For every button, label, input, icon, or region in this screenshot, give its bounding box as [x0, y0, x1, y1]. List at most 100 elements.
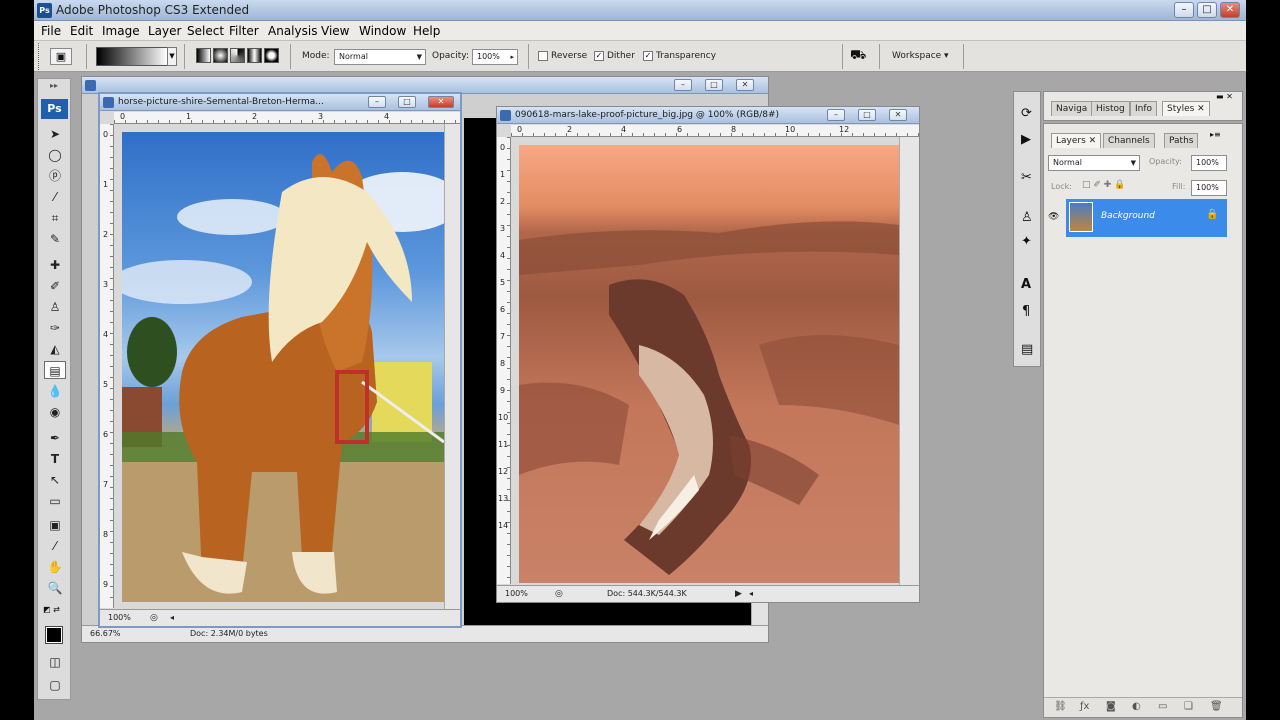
- menu-view[interactable]: View: [321, 24, 349, 38]
- new-layer-icon[interactable]: ❏: [1184, 701, 1193, 712]
- scroll-left-arrow[interactable]: ◂: [749, 586, 753, 602]
- dodge-tool-icon[interactable]: ◉: [44, 403, 66, 421]
- status-menu-icon[interactable]: ◎: [555, 586, 563, 602]
- clone-source-icon[interactable]: ♙: [1021, 210, 1033, 225]
- angle-gradient-button[interactable]: [230, 48, 245, 63]
- notes-tool-icon[interactable]: ▣: [44, 516, 66, 534]
- brushes-icon[interactable]: ✦: [1021, 234, 1032, 249]
- gradient-picker[interactable]: [96, 47, 168, 66]
- hand-tool-icon[interactable]: ✋: [44, 558, 66, 576]
- default-colors-icon[interactable]: ◩ ⇄: [43, 605, 60, 614]
- menu-file[interactable]: File: [41, 24, 61, 38]
- radial-gradient-button[interactable]: [213, 48, 228, 63]
- fill-field[interactable]: 100%: [1191, 180, 1227, 196]
- tools-presets-icon[interactable]: ✂: [1021, 170, 1032, 185]
- document-window-horse[interactable]: horse-picture-shire-Semental-Breton-Herm…: [98, 92, 462, 628]
- zoom-level[interactable]: 66.67%: [90, 626, 121, 642]
- opacity-field[interactable]: 100% ▸: [472, 49, 518, 65]
- maximize-button[interactable]: □: [858, 109, 876, 121]
- menu-help[interactable]: Help: [413, 24, 440, 38]
- options-grip[interactable]: [38, 43, 41, 70]
- layer-style-icon[interactable]: ƒx: [1080, 701, 1089, 712]
- document-title-bar[interactable]: 090618-mars-lake-proof-picture_big.jpg @…: [497, 107, 919, 124]
- lasso-tool-icon[interactable]: ⓟ: [44, 167, 66, 185]
- close-icon[interactable]: ✕: [1197, 104, 1205, 114]
- marquee-tool-icon[interactable]: ◯: [44, 146, 66, 164]
- eye-icon[interactable]: 👁: [1048, 212, 1059, 222]
- gradient-tool-preset-icon[interactable]: ▣: [50, 48, 72, 65]
- close-button[interactable]: ✕: [428, 96, 454, 108]
- healing-brush-tool-icon[interactable]: ✚: [44, 256, 66, 274]
- gradient-tool-icon[interactable]: ▤: [44, 361, 66, 379]
- minimize-button[interactable]: –: [674, 79, 692, 91]
- menu-edit[interactable]: Edit: [70, 24, 93, 38]
- crop-tool-icon[interactable]: ⌗: [44, 209, 66, 227]
- close-button[interactable]: ✕: [736, 79, 754, 91]
- minimize-button[interactable]: –: [1174, 2, 1194, 18]
- magic-wand-tool-icon[interactable]: ⁄: [44, 188, 66, 206]
- history-icon[interactable]: ⟳: [1021, 106, 1032, 121]
- menu-analysis[interactable]: Analysis: [268, 24, 317, 38]
- close-button[interactable]: ✕: [1220, 2, 1240, 18]
- screen-mode-icon[interactable]: ▢: [44, 676, 66, 694]
- layer-comps-icon[interactable]: ▤: [1021, 342, 1033, 357]
- link-layers-icon[interactable]: ⛓: [1054, 701, 1067, 712]
- foreground-color-swatch[interactable]: [45, 626, 63, 644]
- toolbox-grip[interactable]: ▸▸: [40, 81, 68, 91]
- chevron-down-icon[interactable]: ▼: [167, 47, 177, 66]
- trash-icon[interactable]: 🗑: [1210, 701, 1223, 712]
- blend-mode-select[interactable]: Normal ▼: [1048, 155, 1140, 171]
- tab-styles[interactable]: Styles ✕: [1162, 101, 1210, 116]
- scroll-left-arrow[interactable]: ◂: [170, 610, 174, 626]
- tab-info[interactable]: Info: [1130, 101, 1158, 116]
- type-tool-icon[interactable]: T: [44, 450, 66, 468]
- brush-tool-icon[interactable]: ✐: [44, 277, 66, 295]
- adjustment-layer-icon[interactable]: ◐: [1132, 701, 1141, 712]
- document-window-mars[interactable]: 090618-mars-lake-proof-picture_big.jpg @…: [496, 106, 920, 603]
- reverse-checkbox[interactable]: [538, 51, 548, 61]
- paragraph-icon[interactable]: ¶: [1022, 304, 1030, 319]
- dither-checkbox[interactable]: ✓: [594, 51, 604, 61]
- menu-filter[interactable]: Filter: [229, 24, 259, 38]
- horse-image[interactable]: [122, 132, 444, 602]
- bridge-icon[interactable]: ⛟: [850, 48, 866, 65]
- eraser-tool-icon[interactable]: ◭: [44, 340, 66, 358]
- eyedropper-tool-icon[interactable]: ⁄: [44, 537, 66, 555]
- actions-icon[interactable]: ▶: [1021, 132, 1031, 147]
- transparency-checkbox[interactable]: ✓: [643, 51, 653, 61]
- zoom-level[interactable]: 100%: [108, 610, 131, 626]
- tab-layers[interactable]: Layers ✕: [1051, 133, 1102, 148]
- layer-row-background[interactable]: Background 🔒: [1066, 199, 1227, 237]
- tab-histogram[interactable]: Histog: [1091, 101, 1130, 116]
- close-button[interactable]: ✕: [889, 109, 907, 121]
- move-tool-icon[interactable]: ➤: [44, 125, 66, 143]
- blur-tool-icon[interactable]: 💧: [44, 382, 66, 400]
- status-arrow-icon[interactable]: ▶: [735, 586, 742, 602]
- maximize-button[interactable]: □: [398, 96, 416, 108]
- status-menu-icon[interactable]: ◎: [150, 610, 158, 626]
- linear-gradient-button[interactable]: [196, 48, 211, 63]
- tab-paths[interactable]: Paths: [1164, 133, 1199, 148]
- mode-select[interactable]: Normal ▼: [334, 49, 426, 65]
- maximize-button[interactable]: □: [705, 79, 723, 91]
- layer-opacity-field[interactable]: 100%: [1191, 155, 1227, 171]
- character-icon[interactable]: A: [1021, 277, 1031, 292]
- panel-menu-icon[interactable]: ▸≡: [1210, 130, 1221, 139]
- menu-layer[interactable]: Layer: [148, 24, 181, 38]
- shape-tool-icon[interactable]: ▭: [44, 492, 66, 510]
- diamond-gradient-button[interactable]: [264, 48, 279, 63]
- history-brush-tool-icon[interactable]: ✑: [44, 319, 66, 337]
- tab-navigator[interactable]: Naviga: [1051, 101, 1093, 116]
- minimize-button[interactable]: –: [827, 109, 845, 121]
- new-group-icon[interactable]: ▭: [1158, 701, 1167, 712]
- close-icon[interactable]: ✕: [1089, 136, 1097, 146]
- tab-channels[interactable]: Channels: [1103, 133, 1155, 148]
- vertical-scrollbar[interactable]: [444, 124, 460, 612]
- clone-stamp-tool-icon[interactable]: ♙: [44, 298, 66, 316]
- zoom-level[interactable]: 100%: [505, 586, 528, 602]
- quick-mask-icon[interactable]: ◫: [44, 653, 66, 671]
- lock-icons[interactable]: □ ✐ ✚ 🔒: [1082, 180, 1125, 190]
- mars-image[interactable]: [519, 145, 899, 583]
- panel-minimize-icon[interactable]: ▬ ✕: [1216, 92, 1233, 101]
- workspace-menu[interactable]: Workspace ▾: [892, 51, 949, 61]
